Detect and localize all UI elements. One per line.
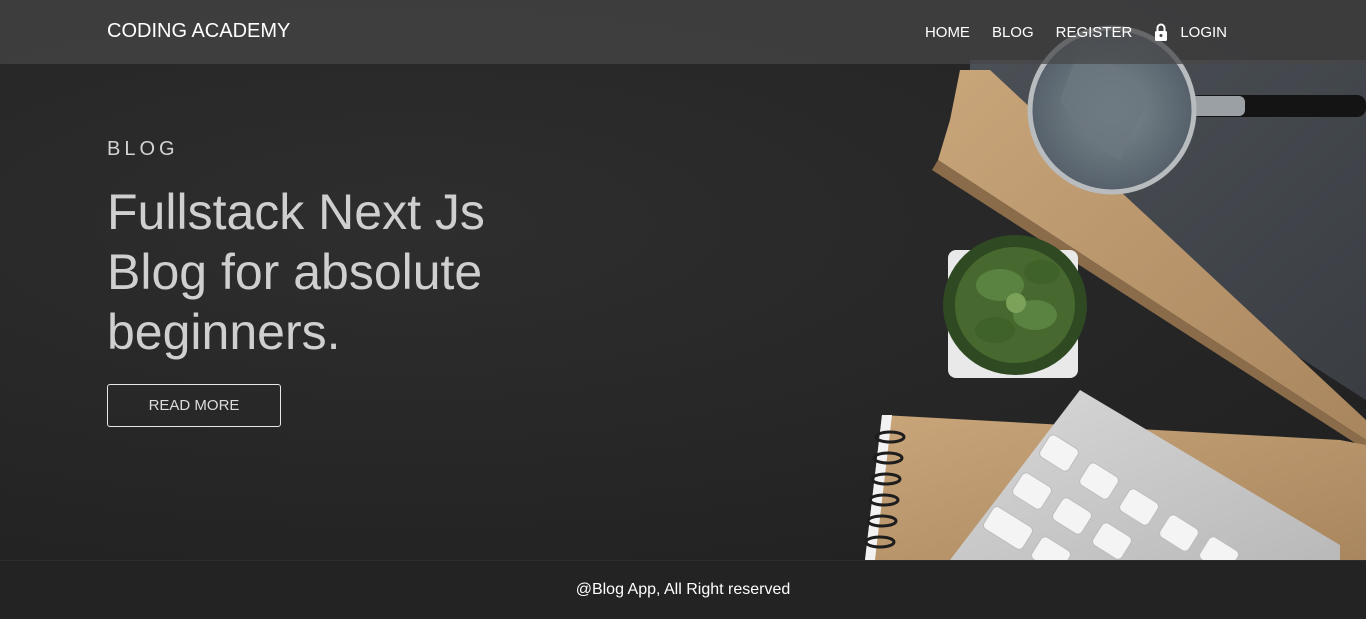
nav-blog-link[interactable]: BLOG	[992, 24, 1034, 41]
read-more-button[interactable]: READ MORE	[107, 384, 281, 427]
navbar: CODING ACADEMY HOME BLOG REGISTER LOGIN	[0, 0, 1366, 64]
brand-logo[interactable]: CODING ACADEMY	[107, 20, 290, 43]
nav-login-link[interactable]: LOGIN	[1154, 23, 1227, 41]
footer-copyright: @Blog App, All Right reserved	[575, 581, 791, 598]
hero-kicker: BLOG	[107, 138, 179, 160]
nav-links: HOME BLOG REGISTER LOGIN	[903, 23, 1227, 41]
hero-headline: Fullstack Next Js Blog for absolute begi…	[107, 184, 485, 360]
nav-blog-label: BLOG	[991, 23, 1034, 41]
succulent-plant-icon	[943, 235, 1087, 378]
nav-login-label: LOGIN	[1180, 23, 1227, 41]
hero-section: BLOG Fullstack Next Js Blog for absolute…	[0, 0, 1366, 560]
nav-home-label: HOME	[924, 23, 970, 41]
lock-icon	[1155, 23, 1168, 41]
footer: @Blog App, All Right reserved	[0, 560, 1366, 619]
nav-register-label: REGISTER	[1055, 23, 1133, 41]
nav-home-link[interactable]: HOME	[925, 24, 970, 41]
hero-image	[864, 25, 1366, 560]
nav-register-link[interactable]: REGISTER	[1056, 24, 1133, 41]
